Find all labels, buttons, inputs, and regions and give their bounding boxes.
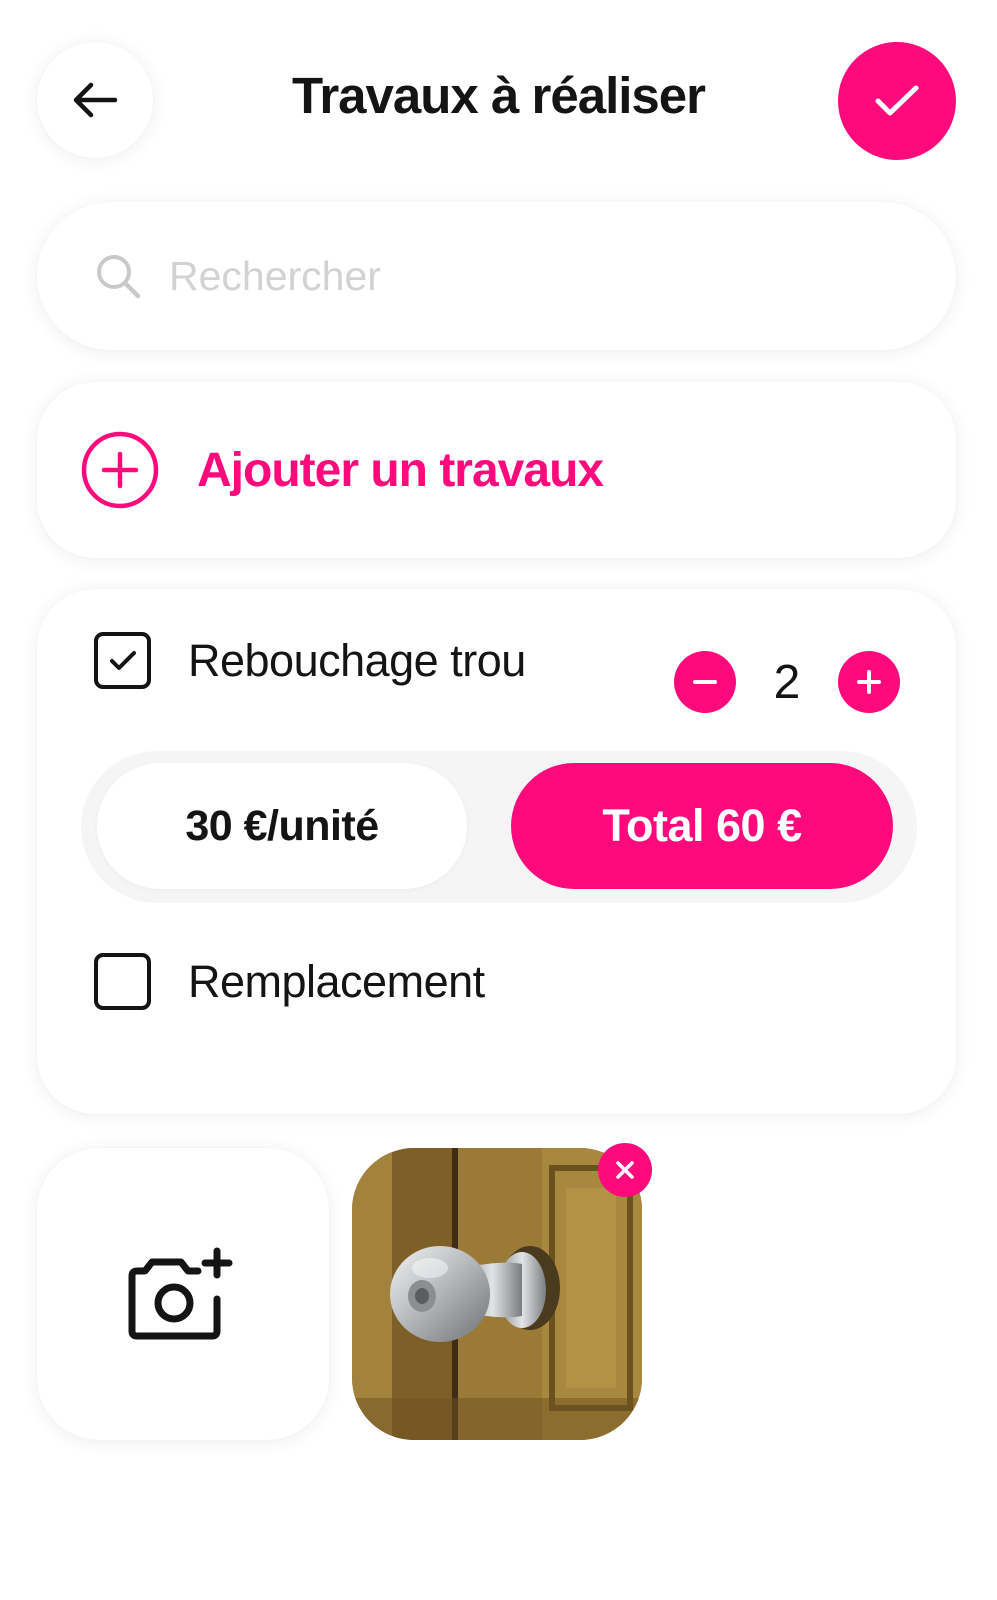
add-work-label: Ajouter un travaux — [197, 443, 604, 497]
check-icon — [109, 650, 136, 670]
confirm-button[interactable] — [838, 42, 956, 160]
plus-circle-icon — [81, 431, 159, 509]
item-checkbox[interactable] — [94, 953, 151, 1010]
item-label: Rebouchage trou — [188, 634, 526, 686]
check-icon — [875, 85, 919, 116]
search-input[interactable] — [169, 252, 889, 300]
item-checkbox-checked[interactable] — [94, 632, 151, 689]
search-icon — [97, 255, 141, 299]
work-items-screen: Travaux à réaliser Ajouter un travaux — [0, 0, 997, 1600]
add-photo-button[interactable] — [37, 1148, 329, 1440]
camera-plus-icon — [128, 1247, 233, 1340]
work-items-card: Rebouchage trou 2 30 €/unité Total 60 € … — [37, 589, 956, 1114]
add-work-button[interactable]: Ajouter un travaux — [37, 382, 956, 558]
unit-price: 30 €/unité — [97, 763, 467, 889]
work-item-remplacement: Remplacement — [94, 953, 485, 1010]
total-price: Total 60 € — [511, 763, 893, 889]
quantity-stepper: 2 — [674, 651, 900, 713]
quantity-value: 2 — [773, 655, 801, 709]
search-bar[interactable] — [37, 202, 956, 350]
door-knob-photo[interactable] — [352, 1148, 642, 1440]
plus-icon — [857, 670, 881, 694]
price-summary: 30 €/unité Total 60 € — [81, 751, 917, 903]
close-icon — [616, 1161, 634, 1179]
increment-button[interactable] — [838, 651, 900, 713]
minus-icon — [693, 680, 717, 684]
remove-photo-button[interactable] — [598, 1143, 652, 1197]
door-knob-image — [352, 1148, 642, 1440]
work-item-rebouchage: Rebouchage trou — [94, 632, 526, 689]
item-label: Remplacement — [188, 955, 485, 1007]
decrement-button[interactable] — [674, 651, 736, 713]
